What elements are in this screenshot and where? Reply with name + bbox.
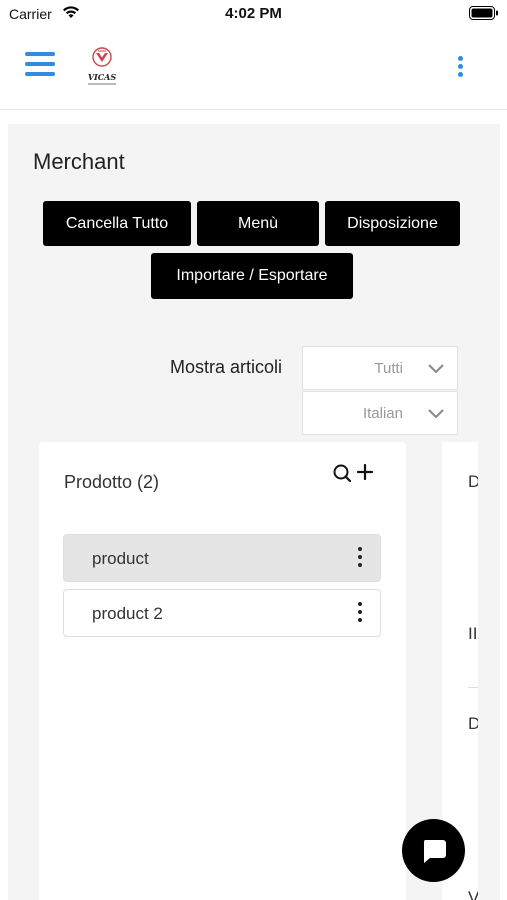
layout-button[interactable]: Disposizione — [325, 201, 460, 246]
more-options-icon[interactable] — [454, 56, 466, 80]
search-add-tools[interactable] — [332, 462, 376, 486]
chat-bubble-icon — [423, 839, 446, 863]
item-options-icon[interactable] — [357, 547, 363, 571]
status-bar: Carrier 4:02 PM — [0, 0, 507, 30]
product-list-item[interactable]: product — [63, 534, 381, 582]
partial-text: V — [468, 888, 478, 900]
main-content: Merchant Cancella Tutto Menù Disposizion… — [8, 124, 500, 900]
item-options-icon[interactable] — [357, 602, 363, 626]
page-title: Merchant — [33, 149, 125, 174]
logo-tagline-line — [88, 83, 116, 85]
show-items-value: Tutti — [374, 360, 403, 377]
partial-text: II — [468, 624, 478, 643]
logo-emblem-icon — [92, 47, 112, 67]
vicas-logo: VICAS — [84, 45, 124, 90]
logo-text: VICAS — [87, 72, 117, 82]
partial-text: D — [468, 472, 478, 491]
language-value: Italian — [362, 405, 403, 422]
search-icon[interactable] — [333, 464, 352, 483]
divider — [468, 687, 478, 688]
menu-button[interactable]: Menù — [197, 201, 319, 246]
partial-text: D — [468, 714, 478, 733]
language-select[interactable]: Italian — [302, 391, 458, 435]
product-item-label: product — [92, 549, 149, 568]
product-item-label: product 2 — [92, 604, 163, 623]
clear-all-button[interactable]: Cancella Tutto — [43, 201, 191, 246]
chevron-down-icon — [428, 361, 444, 379]
chevron-down-icon — [428, 406, 444, 424]
status-time: 4:02 PM — [225, 5, 282, 22]
product-panel: Prodotto (2) product product 2 — [39, 442, 406, 900]
show-items-select[interactable]: Tutti — [302, 346, 458, 390]
import-export-button[interactable]: Importare / Esportare — [151, 253, 353, 299]
product-list-item[interactable]: product 2 — [63, 589, 381, 637]
add-icon[interactable] — [356, 463, 374, 481]
chat-button[interactable] — [402, 819, 465, 882]
hamburger-menu-button[interactable] — [25, 52, 55, 80]
battery-icon — [469, 6, 499, 25]
app-header: VICAS — [0, 30, 507, 110]
product-panel-title: Prodotto (2) — [64, 472, 160, 492]
show-items-label: Mostra articoli — [170, 357, 283, 377]
